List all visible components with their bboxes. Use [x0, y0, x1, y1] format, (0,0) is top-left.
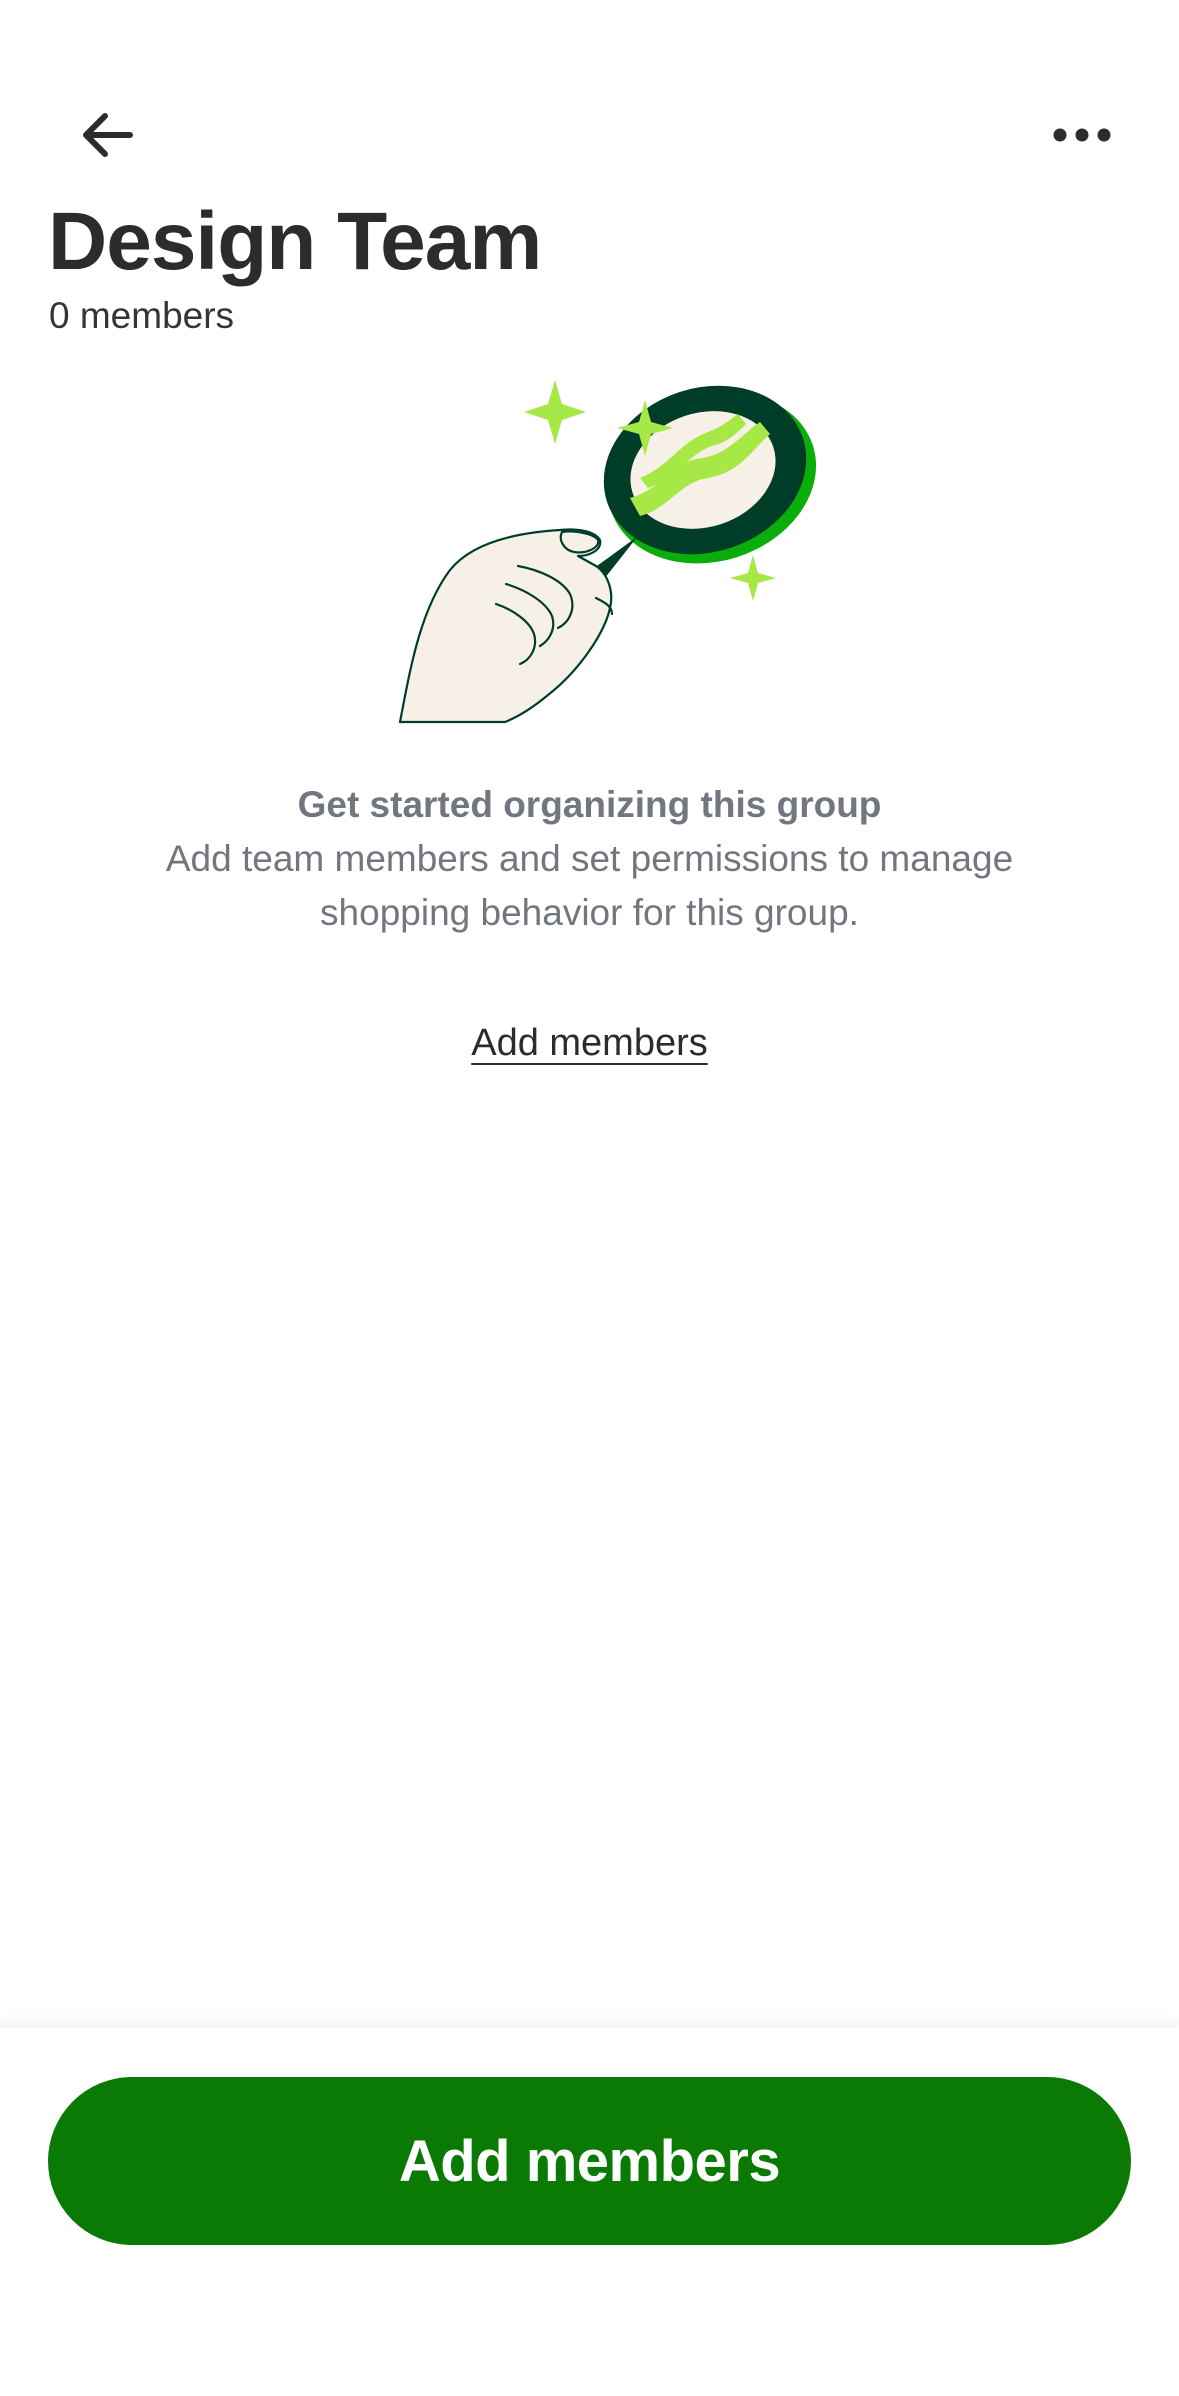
page-title: Design Team [48, 196, 542, 287]
group-detail-screen: Design Team 0 members Get started organi… [0, 0, 1179, 2396]
bottom-action-bar: Add members [0, 2028, 1179, 2396]
add-members-link-row: Add members [0, 1022, 1179, 1065]
member-count: 0 members [49, 295, 235, 336]
add-members-button[interactable]: Add members [48, 2077, 1131, 2245]
empty-state: Get started organizing this group Add te… [0, 778, 1179, 940]
back-button[interactable] [62, 90, 152, 180]
magnifying-glass-illustration [398, 380, 817, 724]
empty-state-description: Add team members and set permissions to … [165, 838, 1014, 933]
more-horizontal-icon [1053, 128, 1111, 142]
arrow-left-icon [83, 113, 133, 157]
top-bar [0, 70, 1179, 180]
empty-state-heading: Get started organizing this group [297, 784, 882, 825]
more-options-button[interactable] [1037, 90, 1127, 180]
add-members-link[interactable]: Add members [471, 1022, 708, 1064]
